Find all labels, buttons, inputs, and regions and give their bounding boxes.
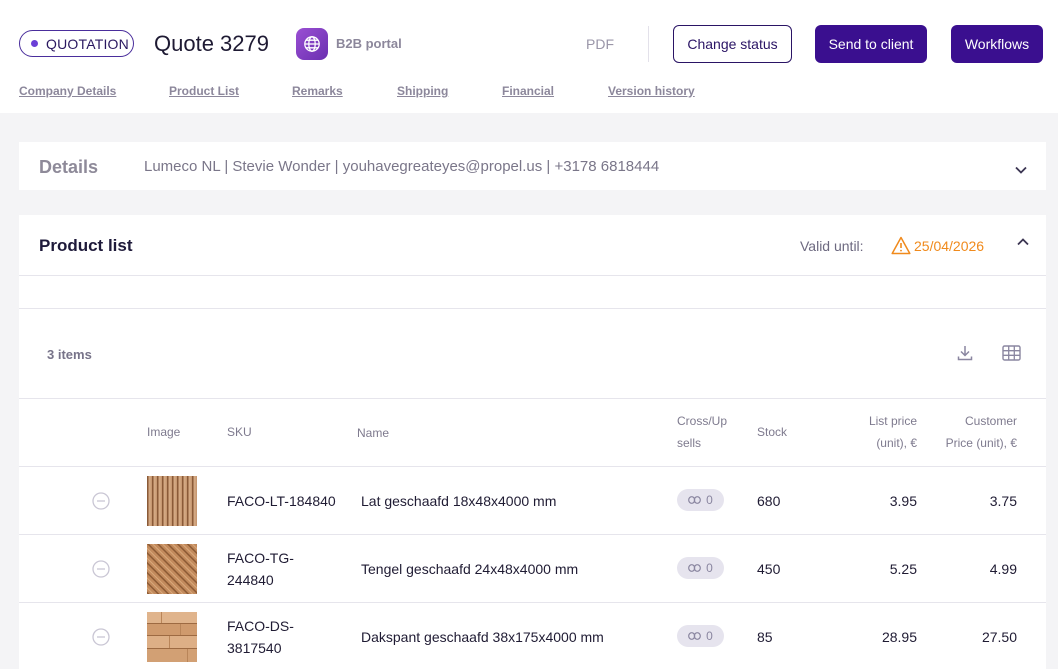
link-icon: [688, 496, 702, 504]
link-icon: [688, 564, 702, 572]
minus-circle-icon[interactable]: [92, 628, 110, 646]
column-name[interactable]: Name: [357, 422, 389, 444]
globe-icon[interactable]: [296, 28, 328, 60]
column-image[interactable]: Image: [147, 421, 180, 443]
divider: [19, 466, 1046, 467]
grid-icon[interactable]: [1002, 345, 1021, 361]
stock-cell: 680: [757, 493, 781, 509]
column-cross-sells-line1: Cross/Up: [677, 414, 728, 428]
cross-sells-count: 0: [706, 493, 713, 507]
nav-remarks[interactable]: Remarks: [292, 84, 343, 98]
nav-financial[interactable]: Financial: [502, 84, 554, 98]
nav-product-list[interactable]: Product List: [169, 84, 239, 98]
status-badge-label: QUOTATION: [46, 35, 129, 52]
product-list-title: Product list: [39, 236, 133, 255]
customer-price-cell[interactable]: 4.99: [927, 558, 1017, 580]
pdf-button[interactable]: PDF: [586, 36, 614, 52]
sku-cell-line2: 244840: [227, 572, 274, 588]
column-cross-sells-line2: sells: [677, 436, 702, 450]
sku-cell-line1: FACO-LT-184840: [227, 493, 336, 509]
items-count: 3 items: [47, 347, 92, 362]
column-list-price-line2: (unit), €: [876, 436, 917, 450]
name-cell: Dakspant geschaafd 38x175x4000 mm: [361, 629, 604, 645]
cross-sells-pill[interactable]: 0: [677, 557, 724, 579]
header-divider: [648, 26, 649, 62]
link-icon: [688, 632, 702, 640]
column-stock[interactable]: Stock: [757, 421, 787, 443]
page-title: Quote 3279: [154, 31, 269, 56]
column-list-price-line1: List price: [868, 414, 917, 428]
divider: [19, 308, 1046, 309]
send-to-client-button[interactable]: Send to client: [815, 25, 927, 63]
product-image[interactable]: [147, 476, 197, 526]
minus-circle-icon[interactable]: [92, 560, 110, 578]
change-status-button[interactable]: Change status: [673, 25, 792, 63]
status-badge: QUOTATION: [19, 30, 134, 57]
sku-cell-line2: 3817540: [227, 640, 282, 656]
workflows-button[interactable]: Workflows: [951, 25, 1043, 63]
product-list-card: Product list Valid until: 25/04/2026 3 i…: [19, 215, 1046, 669]
name-cell: Tengel geschaafd 24x48x4000 mm: [361, 561, 579, 577]
sku-cell: FACO-DS- 3817540: [227, 615, 294, 659]
column-cross-sells[interactable]: Cross/Up sells: [677, 410, 727, 454]
stock-cell: 450: [757, 561, 781, 577]
column-customer-price-line2: Price (unit), €: [945, 436, 1017, 450]
product-image[interactable]: [147, 544, 197, 594]
minus-circle-icon[interactable]: [92, 492, 110, 510]
chevron-down-icon[interactable]: [1014, 163, 1028, 177]
details-info: Lumeco NL | Stevie Wonder | youhavegreat…: [144, 158, 660, 175]
cross-sells-count: 0: [706, 629, 713, 643]
list-price-cell: 5.25: [889, 561, 917, 577]
download-icon[interactable]: [956, 344, 974, 362]
chevron-up-icon[interactable]: [1016, 235, 1030, 249]
warning-icon: [891, 236, 911, 255]
customer-price-cell[interactable]: 3.75: [927, 490, 1017, 512]
list-price-cell: 28.95: [881, 629, 917, 645]
divider: [19, 275, 1046, 276]
sku-cell-line1: FACO-TG-: [227, 550, 294, 566]
details-title: Details: [39, 157, 99, 177]
column-customer-price[interactable]: Customer Price (unit), €: [927, 410, 1017, 454]
page-header: QUOTATION Quote 3279 B2B portal PDF Chan…: [0, 0, 1058, 113]
customer-price-cell[interactable]: 27.50: [927, 626, 1017, 648]
column-sku[interactable]: SKU: [227, 421, 252, 443]
list-price-cell: 3.95: [889, 493, 917, 509]
nav-company-details[interactable]: Company Details: [19, 84, 116, 98]
sku-cell: FACO-TG- 244840: [227, 547, 294, 591]
sku-cell-line1: FACO-DS-: [227, 618, 294, 634]
details-card[interactable]: Details Lumeco NL | Stevie Wonder | youh…: [19, 142, 1046, 190]
nav-version-history[interactable]: Version history: [608, 84, 695, 98]
status-dot: [31, 40, 38, 47]
column-customer-price-line1: Customer: [964, 414, 1017, 428]
valid-until-date[interactable]: 25/04/2026: [914, 238, 984, 254]
sku-cell: FACO-LT-184840: [227, 490, 336, 512]
column-list-price[interactable]: List price (unit), €: [837, 410, 917, 454]
name-cell: Lat geschaafd 18x48x4000 mm: [361, 493, 557, 509]
cross-sells-count: 0: [706, 561, 713, 575]
nav-shipping[interactable]: Shipping: [397, 84, 448, 98]
stock-cell: 85: [757, 629, 773, 645]
product-image[interactable]: [147, 612, 197, 662]
divider: [19, 398, 1046, 399]
valid-until-label: Valid until:: [800, 238, 864, 254]
divider: [19, 602, 1046, 603]
cross-sells-pill[interactable]: 0: [677, 489, 724, 511]
divider: [19, 534, 1046, 535]
cross-sells-pill[interactable]: 0: [677, 625, 724, 647]
b2b-portal-link[interactable]: B2B portal: [336, 36, 402, 51]
